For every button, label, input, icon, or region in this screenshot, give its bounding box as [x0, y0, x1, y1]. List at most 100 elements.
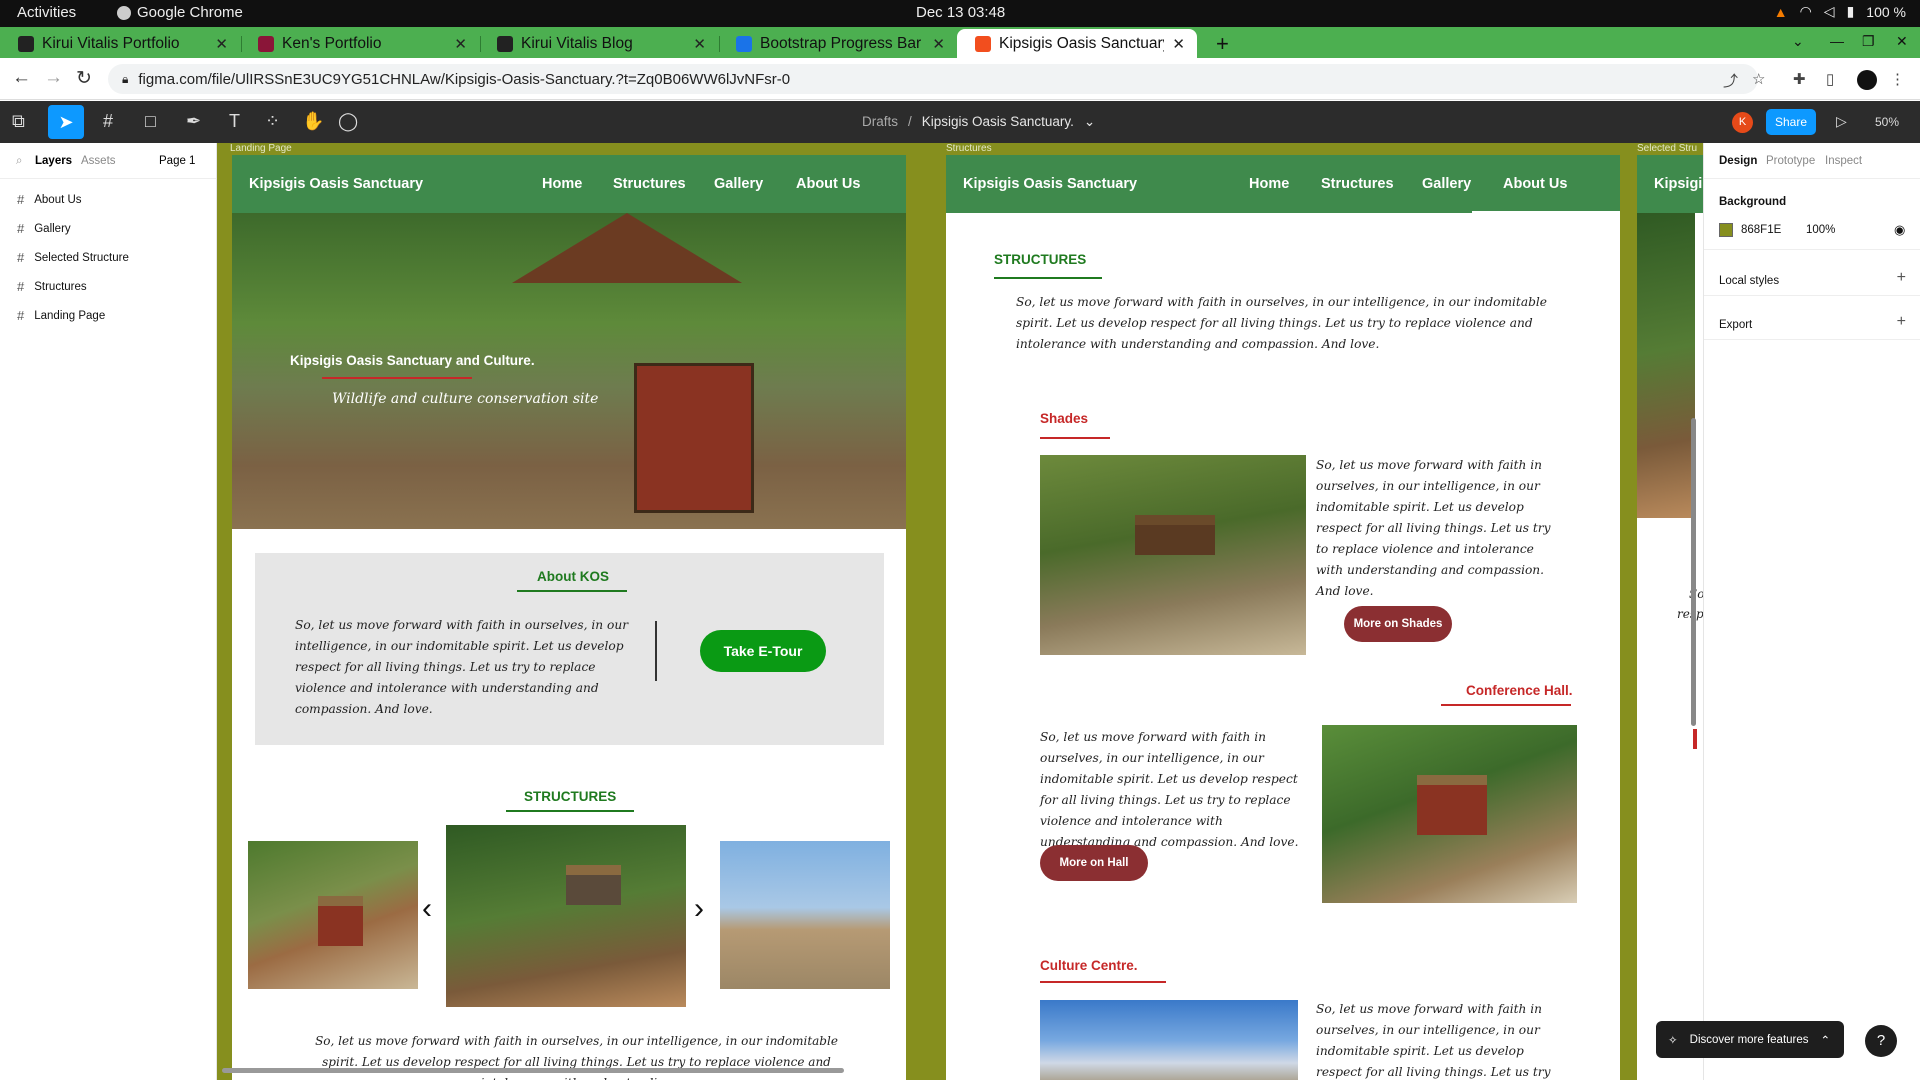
nav-gallery[interactable]: Gallery — [714, 176, 763, 192]
share-page-icon[interactable]: ⤴ — [1723, 70, 1738, 91]
add-export-icon[interactable]: + — [1897, 313, 1906, 331]
layer-item[interactable]: # Structures — [0, 272, 216, 301]
bootstrap-icon — [736, 35, 752, 52]
frame-icon: # — [17, 250, 25, 265]
horizontal-scrollbar[interactable] — [222, 1068, 844, 1073]
reload-icon[interactable]: ↻ — [76, 67, 92, 90]
hall-image[interactable] — [1322, 725, 1577, 903]
forward-icon[interactable]: → — [44, 67, 63, 89]
background-opacity[interactable]: 100% — [1806, 224, 1835, 236]
site-brand[interactable]: Kipsigis Oasis Sanctuary — [963, 176, 1137, 192]
menu-kebab-icon[interactable]: ⋮ — [1890, 70, 1905, 88]
help-button[interactable]: ? — [1865, 1025, 1897, 1057]
back-icon[interactable]: ← — [12, 67, 31, 89]
user-avatar[interactable]: K — [1732, 112, 1753, 133]
layer-item[interactable]: # Selected Structure — [0, 243, 216, 272]
tab-prototype[interactable]: Prototype — [1766, 155, 1815, 167]
share-button[interactable]: Share — [1766, 109, 1816, 135]
nav-home[interactable]: Home — [542, 176, 582, 192]
carousel-image-main[interactable] — [446, 825, 686, 1007]
frame-label-structures[interactable]: Structures — [946, 143, 992, 154]
close-icon[interactable]: ✕ — [1172, 35, 1185, 53]
nav-structures[interactable]: Structures — [613, 176, 686, 192]
nav-about[interactable]: About Us — [796, 176, 860, 192]
figma-canvas[interactable]: Landing Page Structures Selected Stru Ki… — [217, 143, 1703, 1080]
present-icon[interactable]: ▷ — [1836, 113, 1847, 130]
vertical-scrollbar[interactable] — [1691, 418, 1696, 726]
nav-structures[interactable]: Structures — [1321, 176, 1394, 192]
shape-tool-icon[interactable]: □ — [145, 111, 156, 132]
browser-tab[interactable]: Ken's Portfolio ✕ — [240, 29, 479, 58]
more-on-hall-button[interactable]: More on Hall — [1040, 845, 1148, 881]
add-style-icon[interactable]: + — [1897, 269, 1906, 287]
tab-layers[interactable]: Layers — [35, 155, 72, 167]
site-brand-truncated[interactable]: Kipsigis — [1654, 176, 1703, 192]
comment-tool-icon[interactable]: ◯ — [338, 111, 358, 132]
minimize-icon[interactable]: — — [1830, 33, 1844, 49]
close-icon[interactable]: ✕ — [693, 35, 706, 53]
chevron-up-icon[interactable]: ⌃ — [1821, 1033, 1831, 1047]
layer-item[interactable]: # About Us — [0, 185, 216, 214]
close-window-icon[interactable]: ✕ — [1896, 33, 1908, 50]
zoom-level[interactable]: 50% — [1875, 115, 1899, 129]
url-bar[interactable]: 🔒︎ figma.com/file/UlIRSSnE3UC9YG51CHNLAw… — [108, 64, 1758, 94]
layer-item[interactable]: # Gallery — [0, 214, 216, 243]
clock[interactable]: Dec 13 03:48 — [916, 4, 1005, 21]
system-tray[interactable]: ▲ ◠ ◁ ▮ 100 % — [1774, 3, 1906, 20]
site-brand[interactable]: Kipsigis Oasis Sanctuary — [249, 176, 423, 192]
landing-page-frame[interactable]: Kipsigis Oasis Sanctuary Home Structures… — [232, 155, 906, 1080]
selected-hero-image[interactable] — [1637, 213, 1695, 518]
culture-image[interactable] — [1040, 1000, 1298, 1080]
nav-gallery[interactable]: Gallery — [1422, 176, 1471, 192]
carousel-image[interactable] — [248, 841, 418, 989]
eye-icon[interactable]: ◉ — [1894, 222, 1905, 238]
profile-avatar[interactable] — [1857, 70, 1877, 90]
frame-label-landing[interactable]: Landing Page — [230, 143, 292, 154]
structures-frame[interactable]: Kipsigis Oasis Sanctuary Home Structures… — [946, 155, 1620, 1080]
restore-icon[interactable]: ❐ — [1862, 33, 1875, 50]
app-menu[interactable]: Google Chrome — [117, 4, 243, 21]
browser-tab[interactable]: Bootstrap Progress Bar - ✕ — [718, 29, 957, 58]
background-swatch[interactable] — [1719, 223, 1733, 237]
new-tab-button[interactable]: + — [1216, 31, 1229, 57]
move-tool-icon[interactable]: ➤ — [48, 105, 84, 139]
background-hex[interactable]: 868F1E — [1741, 224, 1781, 236]
close-icon[interactable]: ✕ — [215, 35, 228, 53]
close-icon[interactable]: ✕ — [932, 35, 945, 53]
browser-tab[interactable]: Kirui Vitalis Portfolio ✕ — [0, 29, 240, 58]
carousel-image[interactable] — [720, 841, 890, 989]
close-icon[interactable]: ✕ — [454, 35, 467, 53]
side-panel-icon[interactable]: ▯ — [1826, 70, 1834, 88]
figma-menu-icon[interactable]: ⧉ — [12, 111, 25, 132]
breadcrumb-drafts[interactable]: Drafts — [862, 114, 898, 130]
take-e-tour-button[interactable]: Take E-Tour — [700, 630, 826, 672]
chevron-down-icon[interactable]: ⌄ — [1084, 114, 1095, 130]
tab-search-icon[interactable]: ⌄ — [1792, 33, 1804, 50]
text-tool-icon[interactable]: T — [229, 111, 240, 132]
file-name[interactable]: Kipsigis Oasis Sanctuary. — [922, 114, 1074, 130]
tab-assets[interactable]: Assets — [81, 155, 116, 167]
tab-inspect[interactable]: Inspect — [1825, 155, 1862, 167]
search-icon[interactable]: ⌕ — [16, 155, 22, 168]
nav-home[interactable]: Home — [1249, 176, 1289, 192]
tab-title: Kipsigis Oasis Sanctuary. — [999, 34, 1165, 52]
discover-features-toast[interactable]: ✧ Discover more features ⌃ — [1656, 1021, 1844, 1058]
chevron-left-icon[interactable]: ‹ — [422, 892, 432, 926]
browser-tab[interactable]: Kirui Vitalis Blog ✕ — [479, 29, 718, 58]
bookmark-star-icon[interactable]: ☆ — [1752, 70, 1765, 88]
frame-label-selected[interactable]: Selected Stru — [1637, 143, 1697, 154]
resources-icon[interactable]: ⁘ — [265, 111, 280, 132]
extensions-icon[interactable]: ✚ — [1793, 70, 1806, 88]
more-on-shades-button[interactable]: More on Shades — [1344, 606, 1452, 642]
chevron-right-icon[interactable]: › — [694, 892, 704, 926]
nav-about[interactable]: About Us — [1503, 176, 1567, 192]
layer-item[interactable]: # Landing Page — [0, 301, 216, 330]
frame-tool-icon[interactable]: # — [103, 111, 113, 132]
activities-button[interactable]: Activities — [17, 4, 76, 21]
hand-tool-icon[interactable]: ✋ — [302, 111, 324, 132]
shades-image[interactable] — [1040, 455, 1306, 655]
tab-design[interactable]: Design — [1719, 155, 1757, 167]
page-selector[interactable]: Page 1 — [159, 155, 195, 167]
pen-tool-icon[interactable]: ✒ — [186, 111, 201, 132]
browser-tab-active[interactable]: Kipsigis Oasis Sanctuary. ✕ — [957, 29, 1197, 58]
